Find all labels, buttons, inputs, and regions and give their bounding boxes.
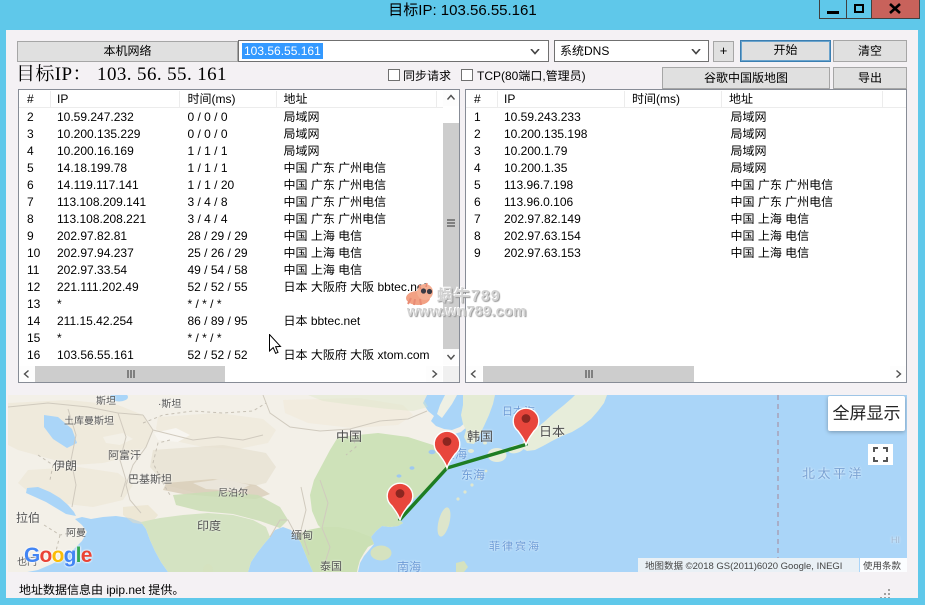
svg-text:东海: 东海 xyxy=(461,468,485,482)
svg-text:巴基斯坦: 巴基斯坦 xyxy=(128,473,172,486)
svg-text:使用条款: 使用条款 xyxy=(863,561,902,572)
svg-text:·斯坦: ·斯坦 xyxy=(158,398,181,410)
svg-text:印度: 印度 xyxy=(197,519,221,533)
svg-text:缅甸: 缅甸 xyxy=(291,529,313,542)
svg-text:阿曼: 阿曼 xyxy=(66,527,86,539)
svg-text:尼泊尔: 尼泊尔 xyxy=(218,487,248,499)
svg-text:日本: 日本 xyxy=(539,424,565,439)
svg-text:伊朗: 伊朗 xyxy=(53,459,77,473)
svg-text:斯坦: 斯坦 xyxy=(96,395,116,407)
svg-text:韩国: 韩国 xyxy=(467,429,493,444)
svg-text:北太平洋: 北太平洋 xyxy=(802,466,864,481)
svg-text:地图数据 ©2018 GS(2011)6020 Google: 地图数据 ©2018 GS(2011)6020 Google, INEGI xyxy=(645,561,842,572)
svg-text:泰国: 泰国 xyxy=(320,560,342,572)
svg-text:土库曼斯坦: 土库曼斯坦 xyxy=(64,415,114,427)
svg-text:HI: HI xyxy=(891,535,900,545)
svg-text:阿富汗: 阿富汗 xyxy=(108,449,141,462)
svg-text:南海: 南海 xyxy=(397,560,421,572)
svg-text:中国: 中国 xyxy=(336,429,362,444)
svg-text:菲律宾海: 菲律宾海 xyxy=(489,540,541,553)
svg-text:拉伯: 拉伯 xyxy=(16,511,40,525)
